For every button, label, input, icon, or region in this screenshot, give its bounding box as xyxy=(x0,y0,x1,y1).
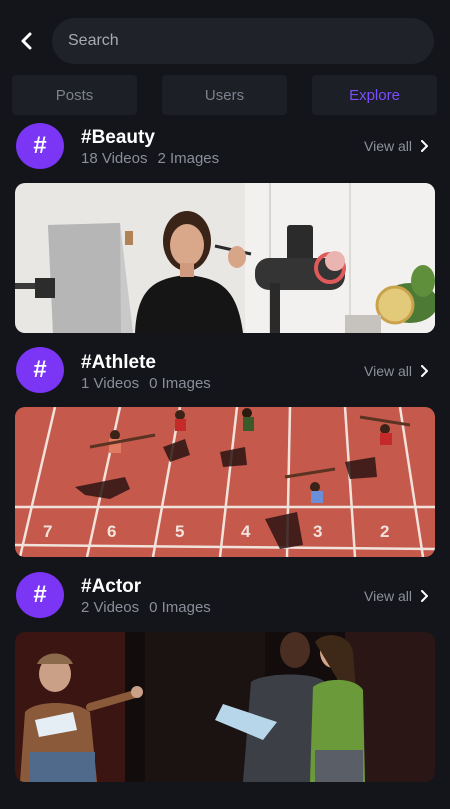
view-all-label: View all xyxy=(364,138,412,154)
hashtag-thumbnail[interactable] xyxy=(15,632,435,782)
lane-number: 6 xyxy=(107,522,116,541)
actor-photo xyxy=(15,632,435,782)
chevron-right-icon xyxy=(421,590,428,602)
image-count: 2 Images xyxy=(157,150,220,167)
hashtag-section-actor: # #Actor 2 Videos 0 Images View all xyxy=(0,570,450,785)
tab-posts[interactable]: Posts xyxy=(12,75,137,115)
hashtag-icon: # xyxy=(16,347,64,393)
hashtag-section-athlete: # #Athlete 1 Videos 0 Images View all 7 … xyxy=(0,345,450,560)
lane-number: 3 xyxy=(313,522,322,541)
chevron-right-icon xyxy=(421,140,428,152)
hashtag-thumbnail[interactable]: 7 6 5 4 3 2 xyxy=(15,407,435,557)
tab-explore[interactable]: Explore xyxy=(312,75,437,115)
search-bar[interactable] xyxy=(52,18,434,64)
video-count: 1 Videos xyxy=(81,375,140,392)
image-count: 0 Images xyxy=(149,599,211,616)
hashtag-icon: # xyxy=(16,572,64,618)
lane-number: 7 xyxy=(43,522,52,541)
video-count: 18 Videos xyxy=(81,150,148,167)
hashtag-thumbnail[interactable] xyxy=(15,183,435,333)
view-all-button[interactable]: View all xyxy=(364,588,428,604)
lane-number: 5 xyxy=(175,522,184,541)
lane-number: 2 xyxy=(380,522,389,541)
hashtag-counts: 1 Videos 0 Images xyxy=(81,375,211,392)
hashtag-title[interactable]: #Actor xyxy=(81,576,141,598)
tab-bar: Posts Users Explore xyxy=(12,75,438,115)
image-count: 0 Images xyxy=(149,375,211,392)
explore-screen: Posts Users Explore # #Beauty 18 Videos 2… xyxy=(0,0,450,809)
view-all-button[interactable]: View all xyxy=(364,363,428,379)
back-button[interactable] xyxy=(12,26,42,56)
video-count: 2 Videos xyxy=(81,599,140,616)
hashtag-counts: 18 Videos 2 Images xyxy=(81,150,219,167)
view-all-button[interactable]: View all xyxy=(364,138,428,154)
view-all-label: View all xyxy=(364,588,412,604)
hashtag-counts: 2 Videos 0 Images xyxy=(81,599,211,616)
top-bar xyxy=(0,0,450,70)
hashtag-title[interactable]: #Beauty xyxy=(81,127,155,149)
search-input[interactable] xyxy=(68,32,434,50)
chevron-right-icon xyxy=(421,365,428,377)
view-all-label: View all xyxy=(364,363,412,379)
hashtag-title[interactable]: #Athlete xyxy=(81,352,156,374)
athlete-photo: 7 6 5 4 3 2 xyxy=(15,407,435,557)
hashtag-icon: # xyxy=(16,123,64,169)
tab-users[interactable]: Users xyxy=(162,75,287,115)
chevron-left-icon xyxy=(21,32,32,50)
beauty-photo xyxy=(15,183,435,333)
lane-number: 4 xyxy=(241,522,251,541)
hashtag-section-beauty: # #Beauty 18 Videos 2 Images View all xyxy=(0,120,450,335)
